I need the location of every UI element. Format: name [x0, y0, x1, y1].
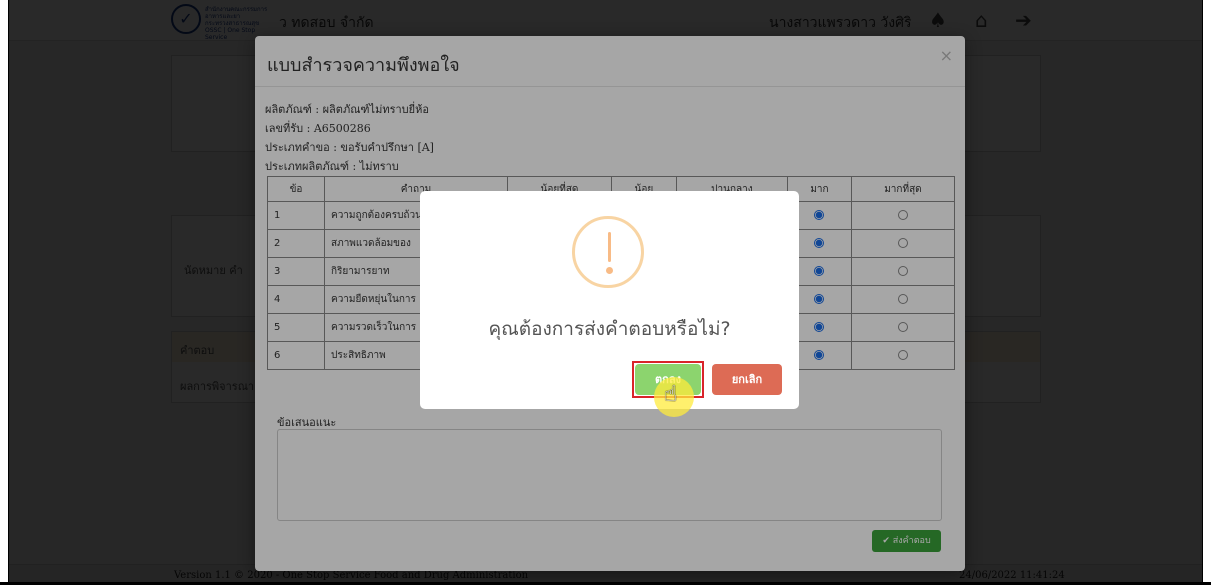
warning-icon: [572, 216, 644, 288]
hand-cursor-icon: ☝: [664, 382, 678, 407]
cancel-button[interactable]: ยกเลิก: [712, 364, 782, 395]
warning-icon-dot: [606, 267, 613, 274]
confirm-dialog: คุณต้องการส่งคำตอบหรือไม่? ตกลง ยกเลิก: [420, 191, 799, 409]
warning-icon-bar: [608, 232, 611, 262]
confirm-question: คุณต้องการส่งคำตอบหรือไม่?: [488, 318, 731, 340]
